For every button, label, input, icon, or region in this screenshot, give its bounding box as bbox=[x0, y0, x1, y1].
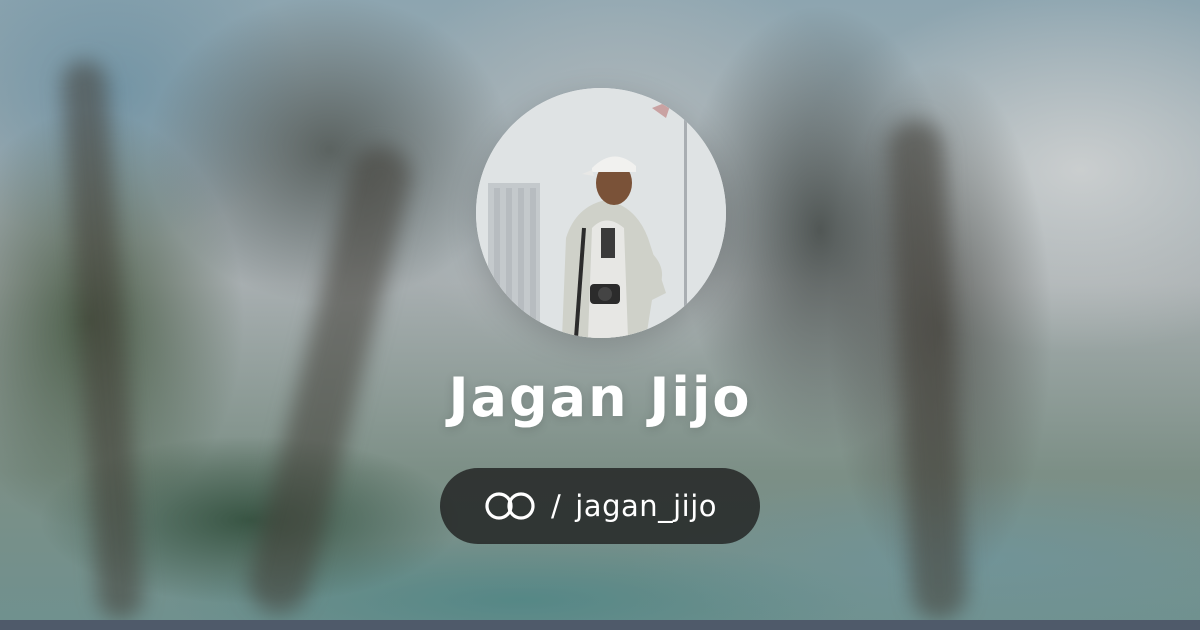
avatar bbox=[476, 88, 726, 338]
avatar-photo bbox=[476, 88, 726, 338]
profile-name: Jagan Jijo bbox=[448, 366, 752, 429]
linked-rings-icon bbox=[483, 490, 537, 522]
background-blur-shape bbox=[60, 59, 145, 621]
handle-separator: / bbox=[550, 489, 562, 523]
profile-card: Jagan Jijo / jagan_jijo bbox=[0, 0, 1200, 630]
profile-handle: jagan_jijo bbox=[575, 489, 718, 523]
profile-handle-link[interactable]: / jagan_jijo bbox=[440, 468, 760, 544]
bottom-bar bbox=[0, 620, 1200, 630]
